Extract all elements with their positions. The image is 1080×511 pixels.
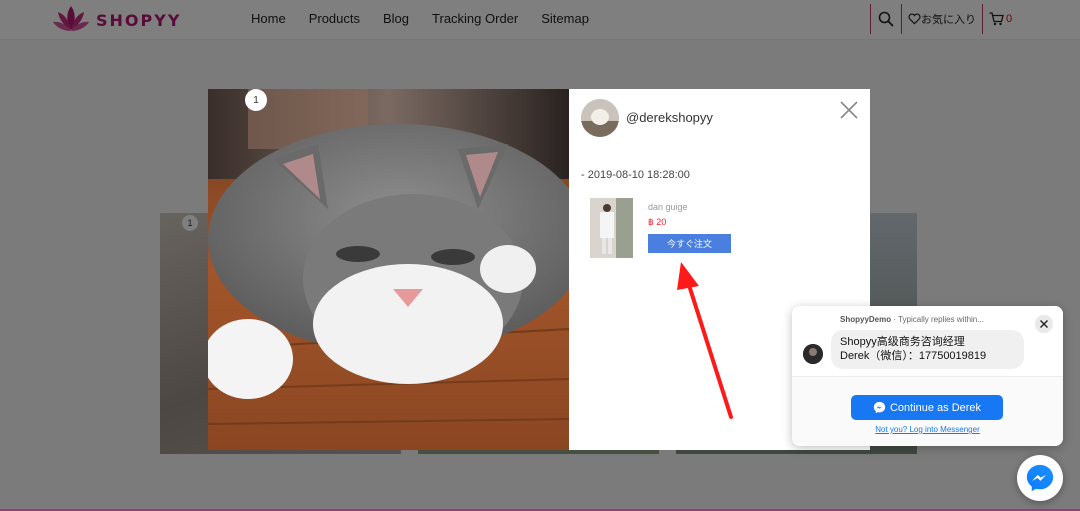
cat-photo <box>208 89 569 450</box>
post-image: 1 <box>208 89 569 450</box>
messenger-chat-widget: ShopyyDemo · Typically replies within...… <box>792 306 1063 446</box>
avatar-image <box>581 99 619 137</box>
chat-page-info: ShopyyDemo · Typically replies within... <box>840 315 984 324</box>
close-modal-button[interactable] <box>840 101 858 119</box>
chat-reply-note: · Typically replies within... <box>893 315 984 324</box>
image-index-badge: 1 <box>245 89 267 111</box>
chat-message-line-2: Derek（微信）：17750019819 <box>840 350 987 362</box>
continue-as-button[interactable]: Continue as Derek <box>851 395 1003 420</box>
chat-header: ShopyyDemo · Typically replies within...… <box>792 306 1063 376</box>
user-avatar[interactable] <box>581 99 619 137</box>
order-now-button[interactable]: 今すぐ注文 <box>648 234 731 253</box>
chat-avatar <box>803 344 823 364</box>
chat-page-name: ShopyyDemo <box>840 315 892 324</box>
close-icon <box>1040 320 1048 328</box>
post-username[interactable]: @derekshopyy <box>626 110 713 125</box>
messenger-launcher-button[interactable] <box>1017 455 1063 501</box>
not-you-link[interactable]: Not you? Log into Messenger <box>792 425 1063 434</box>
product-price: ฿ 20 <box>648 217 667 227</box>
avatar-image <box>803 344 823 364</box>
post-timestamp: - 2019-08-10 18:28:00 <box>581 169 690 181</box>
continue-as-label: Continue as Derek <box>889 401 982 414</box>
product-image <box>590 198 633 258</box>
product-thumbnail[interactable] <box>590 198 633 258</box>
chat-close-button[interactable] <box>1035 315 1053 333</box>
messenger-icon <box>1026 464 1054 492</box>
chat-footer: Continue as Derek Not you? Log into Mess… <box>792 376 1063 446</box>
chat-message-line-1: Shopyy高级商务咨询经理 <box>840 336 965 348</box>
chat-message-bubble: Shopyy高级商务咨询经理 Derek（微信）：17750019819 <box>831 330 1024 369</box>
close-icon <box>840 101 858 119</box>
post-modal: 1 @derekshopyy - 2019-08-10 18:28:00 dan… <box>208 89 870 450</box>
product-name: dan guige <box>648 202 688 212</box>
messenger-icon <box>873 401 886 414</box>
